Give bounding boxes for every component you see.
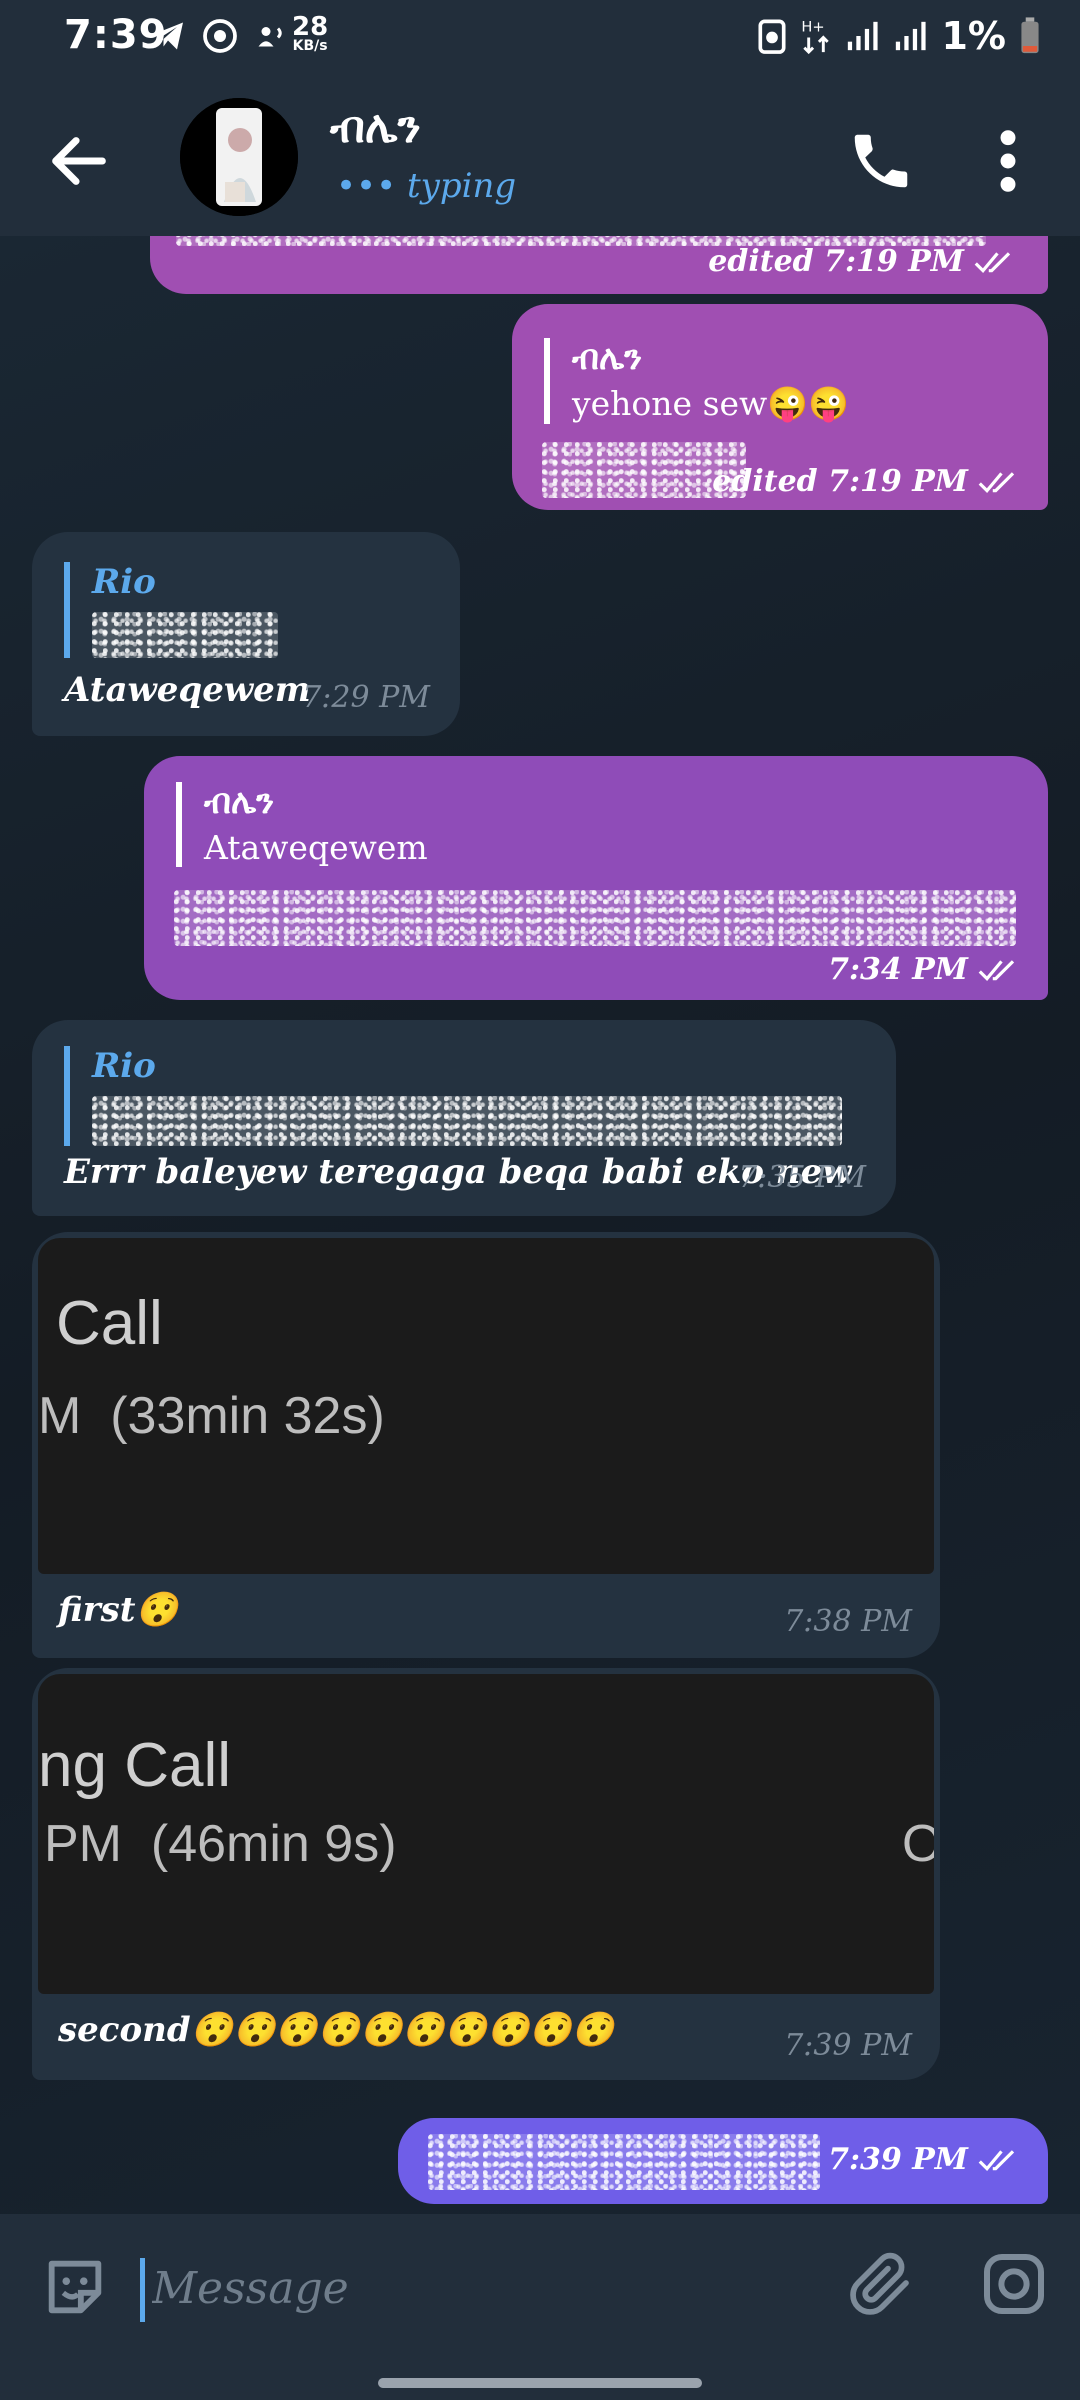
message-caption: second😯😯😯😯😯😯😯😯😯😯 — [58, 2010, 614, 2050]
hotspot-icon — [258, 27, 282, 47]
message-meta: 7:39 PM — [784, 2028, 912, 2063]
double-check-icon — [978, 959, 1015, 981]
message-bubble-out[interactable]: 7:39 PM — [398, 2118, 1048, 2204]
battery-percent: 1% — [941, 14, 1006, 58]
camera-icon[interactable] — [978, 2248, 1050, 2320]
message-bubble-in[interactable]: Rio Ataweqewem 7:29 PM — [32, 532, 460, 736]
message-time: 7:39 PM — [828, 2142, 968, 2177]
message-bubble-in[interactable]: Call M (33min 32s) first😯 7:38 PM — [32, 1232, 940, 1658]
signal-icon-2 — [896, 21, 927, 51]
double-check-icon — [978, 471, 1015, 493]
net-speed-unit: KB/s — [292, 38, 328, 54]
avatar[interactable] — [180, 98, 298, 216]
redacted-text — [428, 2134, 820, 2190]
message-input[interactable] — [150, 2252, 754, 2324]
message-time: 7:29 PM — [302, 680, 430, 715]
message-meta: 7:39 PM — [828, 2142, 1022, 2177]
telegram-icon — [153, 22, 183, 50]
reply-author: Rio — [92, 1046, 156, 1086]
message-time: 7:39 PM — [784, 2028, 912, 2063]
message-meta: 7:29 PM — [302, 680, 430, 715]
navigation-bar — [0, 2354, 1080, 2400]
message-bubble-in[interactable]: Rio Errr baleyew teregaga beqa babi eko … — [32, 1020, 896, 1216]
reply-quote[interactable]: ብሌን Ataweqewem — [176, 782, 428, 867]
message-meta: 7:34 PM — [828, 952, 1022, 987]
message-time: edited 7:19 PM — [708, 244, 964, 279]
message-caption: first😯 — [58, 1590, 178, 1630]
message-meta: 7:38 PM — [784, 1604, 912, 1639]
paperclip-icon[interactable] — [846, 2250, 918, 2322]
avatar-image — [180, 98, 298, 216]
status-left-icons — [150, 18, 290, 54]
reply-quote[interactable]: ብሌን yehone sew😜😜 — [544, 338, 849, 424]
data-arrows-icon: H+ — [802, 19, 830, 55]
media-text-line2: M (33min 32s) — [38, 1387, 385, 1445]
message-meta: edited 7:19 PM — [712, 464, 1022, 499]
message-time: edited 7:19 PM — [712, 464, 968, 499]
redacted-text — [92, 612, 278, 658]
chat-header: ብሌን ••• typing — [0, 78, 1080, 236]
redacted-text — [174, 890, 1016, 946]
home-indicator[interactable] — [378, 2378, 702, 2388]
battery-icon — [1021, 17, 1039, 54]
message-time: 7:38 PM — [784, 1604, 912, 1639]
battery-saver-icon — [758, 19, 787, 54]
message-input-bar — [0, 2214, 1080, 2354]
reply-author: ብሌን — [572, 338, 643, 378]
message-bubble-out[interactable]: ብሌን Ataweqewem 7:34 PM — [144, 756, 1048, 1000]
chat-area[interactable]: edited 7:19 PM ብሌን yehone sew😜😜 edited 7… — [0, 236, 1080, 2214]
back-arrow-icon[interactable] — [44, 126, 114, 196]
net-speed: 28 KB/s — [292, 14, 328, 54]
message-bubble-out[interactable]: edited 7:19 PM — [150, 236, 1048, 294]
reply-text: yehone sew😜😜 — [572, 384, 850, 423]
message-bubble-out[interactable]: ብሌን yehone sew😜😜 edited 7:19 PM — [512, 304, 1048, 510]
media-text-line1: Call — [56, 1289, 163, 1358]
double-check-icon — [974, 251, 1011, 273]
chrome-icon — [203, 19, 237, 53]
message-time: 7:35 PM — [738, 1160, 866, 1195]
reply-author: ብሌን — [204, 782, 275, 822]
screenshot-image[interactable]: ng Call PM (46min 9s) O — [38, 1674, 934, 1994]
text-cursor — [140, 2258, 145, 2322]
reply-text: Ataweqewem — [204, 828, 428, 867]
message-meta: 7:35 PM — [738, 1160, 866, 1195]
reply-author: Rio — [92, 562, 156, 602]
status-right-icons: H+ 1% — [757, 14, 1040, 58]
message-text: Errr baleyew teregaga beqa babi eko new — [64, 1152, 852, 1192]
typing-status: ••• typing — [336, 166, 517, 206]
more-vertical-icon[interactable] — [988, 126, 1028, 196]
phone-icon[interactable] — [846, 126, 916, 196]
media-text-side: O — [902, 1815, 934, 1873]
status-bar: 7:39 28 KB/s H+ 1% — [0, 0, 1080, 78]
message-meta: edited 7:19 PM — [708, 244, 1018, 279]
double-check-icon — [978, 2149, 1015, 2171]
message-text: Ataweqewem — [64, 670, 311, 710]
svg-text:H+: H+ — [802, 19, 825, 36]
media-text-line1: ng Call — [38, 1731, 231, 1800]
signal-icon — [848, 21, 879, 51]
redacted-text — [92, 1096, 842, 1146]
sticker-icon[interactable] — [40, 2252, 110, 2322]
reply-quote[interactable]: Rio — [64, 1046, 842, 1146]
message-time: 7:34 PM — [828, 952, 968, 987]
message-bubble-in[interactable]: ng Call PM (46min 9s) O second😯😯😯😯😯😯😯😯😯😯… — [32, 1668, 940, 2080]
reply-quote[interactable]: Rio — [64, 562, 278, 658]
media-text-line2: PM (46min 9s) — [44, 1815, 397, 1873]
screenshot-image[interactable]: Call M (33min 32s) — [38, 1238, 934, 1574]
chat-title[interactable]: ብሌን — [330, 102, 421, 153]
